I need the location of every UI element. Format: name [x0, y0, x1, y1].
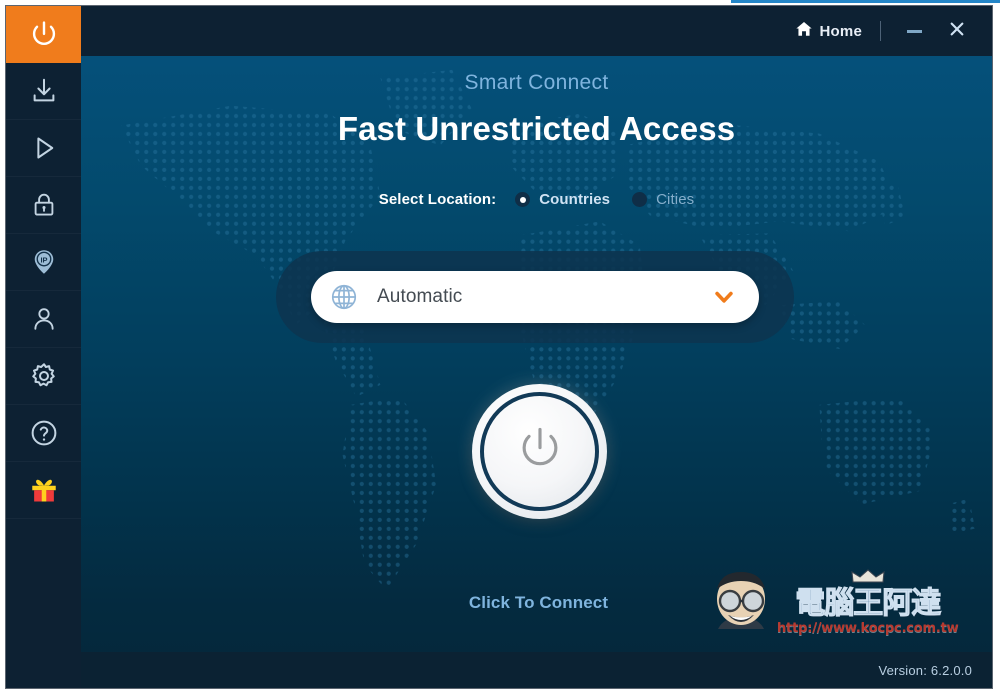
download-icon — [29, 76, 59, 106]
radio-option-cities[interactable]: Cities — [632, 191, 694, 208]
cartoon-face-icon — [708, 565, 774, 640]
sidebar-item-account[interactable] — [6, 291, 81, 348]
page-title: Fast Unrestricted Access — [337, 110, 736, 147]
radio-cities-label: Cities — [656, 191, 695, 208]
gift-icon — [28, 474, 60, 506]
location-dropdown-value: Automatic — [377, 286, 463, 307]
site-watermark: 電腦王阿達 http://www.kocpc.com.tw — [704, 561, 984, 643]
title-bar: Home — [81, 6, 992, 56]
location-dropdown[interactable]: Automatic — [311, 271, 759, 323]
user-icon — [30, 305, 58, 333]
watermark-url: http://www.kocpc.com.tw — [777, 620, 959, 636]
version-label: Version: 6.2.0.0 — [878, 662, 972, 678]
sidebar-item-gift[interactable] — [6, 462, 81, 519]
close-icon — [947, 19, 967, 44]
radio-countries-indicator[interactable] — [515, 192, 531, 207]
globe-icon — [329, 282, 359, 312]
sidebar-item-help[interactable] — [6, 405, 81, 462]
sidebar-filler — [6, 519, 81, 688]
titlebar-divider — [880, 21, 881, 41]
connect-power-button[interactable] — [472, 384, 607, 519]
power-icon — [27, 18, 61, 52]
lock-icon — [30, 191, 58, 219]
home-button[interactable]: Home — [795, 20, 862, 42]
question-mark-icon — [29, 418, 59, 448]
footer-bar: Version: 6.2.0.0 — [81, 652, 992, 688]
window-top-accent — [731, 0, 1000, 3]
select-location-label: Select Location: — [378, 191, 497, 208]
watermark-text-block: 電腦王阿達 http://www.kocpc.com.tw — [777, 568, 959, 636]
play-icon — [29, 133, 59, 163]
sidebar-item-lock[interactable] — [6, 177, 81, 234]
gear-icon — [29, 361, 59, 391]
radio-cities-indicator[interactable] — [632, 192, 648, 207]
ip-pin-icon: IP — [29, 247, 59, 277]
sidebar-item-settings[interactable] — [6, 348, 81, 405]
chevron-down-icon[interactable] — [711, 284, 737, 310]
sidebar-item-ip[interactable]: IP — [6, 234, 81, 291]
radio-option-countries[interactable]: Countries — [515, 191, 610, 208]
radio-countries-label: Countries — [539, 191, 611, 208]
sidebar-item-download[interactable] — [6, 63, 81, 120]
sidebar-item-power[interactable] — [6, 6, 81, 63]
power-button-face — [485, 397, 594, 506]
vpn-app-window: IP Home Smart Connect Fast Unrestricted … — [5, 5, 993, 689]
smart-connect-subtitle: Smart Connect — [464, 71, 609, 94]
watermark-brand: 電腦王阿達 — [795, 585, 942, 621]
svg-text:IP: IP — [40, 255, 47, 264]
sidebar-item-play[interactable] — [6, 120, 81, 177]
power-icon — [512, 421, 568, 482]
minimize-button[interactable] — [897, 14, 931, 48]
home-label: Home — [819, 22, 862, 40]
main-panel: Home Smart Connect Fast Unrestricted Acc… — [81, 6, 992, 688]
select-location-row: Select Location: Countries Cities — [81, 191, 992, 208]
minimize-icon — [906, 29, 922, 33]
sidebar: IP — [6, 6, 81, 688]
house-icon — [795, 20, 813, 42]
close-button[interactable] — [940, 14, 974, 48]
